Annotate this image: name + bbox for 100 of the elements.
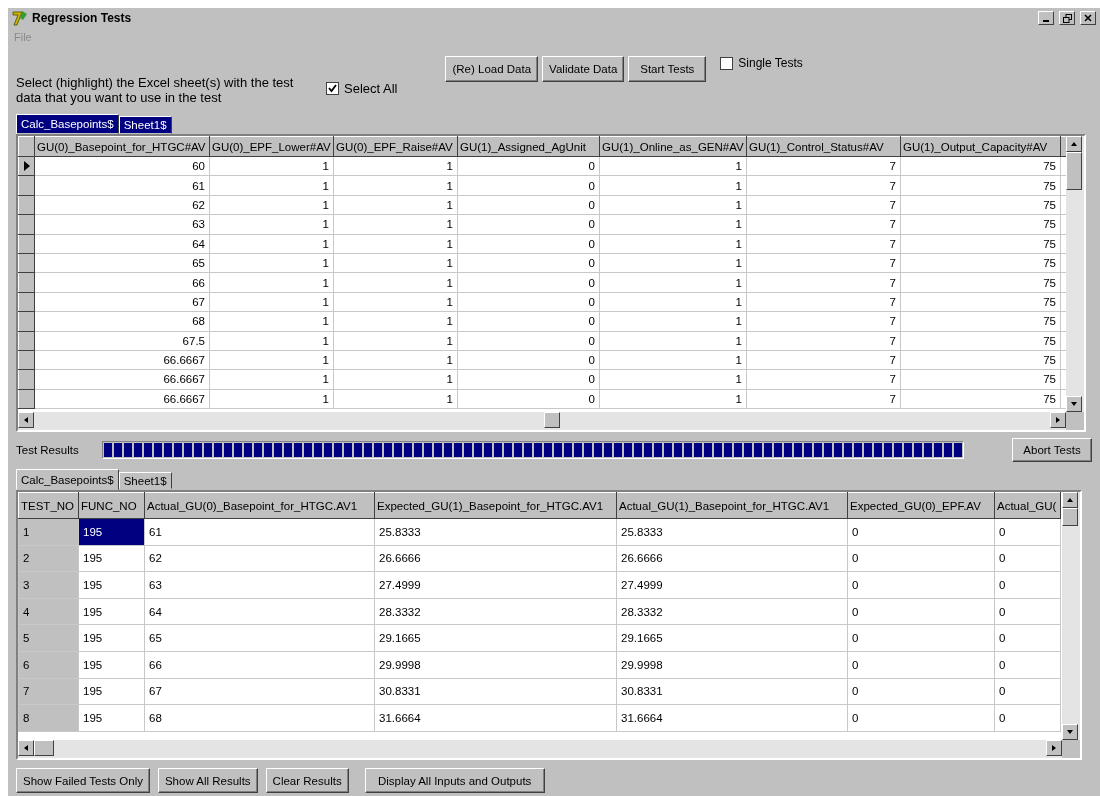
table-cell: 31.6664	[616, 704, 848, 732]
triangle-icon	[22, 744, 30, 752]
row-header[interactable]	[18, 292, 35, 312]
action-button[interactable]: Show Failed Tests Only	[16, 768, 150, 793]
table-cell: 0	[847, 545, 995, 572]
table-cell: 195	[78, 624, 145, 652]
scroll-thumb[interactable]	[34, 740, 54, 756]
table-cell: 29.9998	[616, 651, 848, 679]
table-cell: 195	[78, 598, 145, 625]
table-cell: 195	[78, 704, 145, 732]
action-button[interactable]: Clear Results	[265, 768, 349, 793]
row-header[interactable]	[18, 311, 35, 331]
column-header[interactable]: TEST_NO	[18, 492, 79, 519]
row-header[interactable]	[18, 195, 35, 215]
sheet-tab[interactable]: Calc_Basepoints$	[16, 469, 119, 490]
table-cell: 29.1665	[616, 624, 848, 652]
minimize-button[interactable]	[1038, 11, 1054, 25]
row-header[interactable]	[18, 175, 35, 196]
table-cell: 26.6666	[616, 545, 848, 572]
current-row-icon	[22, 161, 31, 172]
table-cell: 28.3332	[374, 598, 617, 625]
scroll-thumb[interactable]	[1066, 152, 1082, 190]
column-header[interactable]: Actual_GU(1)_Basepoint_for_HTGC.AV1	[616, 492, 848, 519]
table-cell: 63	[144, 571, 375, 599]
vertical-scrollbar[interactable]	[1062, 492, 1080, 740]
row-header[interactable]	[18, 389, 35, 409]
row-header[interactable]	[18, 253, 35, 273]
abort-tests-button[interactable]: Abort Tests	[1012, 438, 1092, 462]
column-header[interactable]: Actual_GU(0)_Basepoint_for_HTGC.AV1	[144, 492, 375, 519]
vertical-scrollbar[interactable]	[1066, 136, 1084, 412]
column-header[interactable]: Actual_GU(	[994, 492, 1061, 519]
table-cell: 7	[18, 678, 79, 705]
toolbar-button[interactable]: Start Tests	[628, 56, 707, 82]
table-cell: 0	[994, 704, 1061, 732]
scroll-arrow-button[interactable]	[1062, 492, 1078, 508]
table-cell: 64	[144, 598, 375, 625]
row-header[interactable]	[18, 156, 35, 176]
scroll-arrow-button[interactable]	[1050, 412, 1066, 428]
scroll-arrow-button[interactable]	[1046, 740, 1062, 756]
table-cell: 0	[994, 651, 1061, 679]
progress-label: Test Results	[16, 444, 80, 456]
table-cell: 0	[847, 518, 995, 546]
sheet-tab[interactable]: Sheet1$	[118, 472, 172, 489]
horizontal-scrollbar[interactable]	[18, 412, 1066, 430]
table-cell: 62	[144, 545, 375, 572]
table-cell: 0	[994, 571, 1061, 599]
scroll-thumb[interactable]	[544, 412, 560, 428]
scroll-arrow-button[interactable]	[18, 412, 34, 428]
column-header[interactable]: Expected_GU(0)_EPF.AV	[847, 492, 995, 519]
toolbar-button[interactable]: Validate Data	[542, 56, 625, 82]
column-header[interactable]: GU(1)_Online_as_GEN#AV	[599, 136, 747, 157]
toolbar-button[interactable]: (Re) Load Data	[445, 56, 539, 82]
app-icon	[12, 10, 28, 26]
table-cell: 0	[847, 598, 995, 625]
table-cell: 27.4999	[616, 571, 848, 599]
restore-button[interactable]	[1059, 11, 1075, 25]
table-cell: 0	[994, 598, 1061, 625]
column-header[interactable]: Expected_GU(1)_Basepoint_for_HTGC.AV1	[374, 492, 617, 519]
column-header[interactable]: GU(1)_Output_Capacity#AV	[900, 136, 1061, 157]
action-button[interactable]: Show All Results	[157, 768, 258, 793]
close-button[interactable]	[1080, 11, 1096, 25]
row-header[interactable]	[18, 369, 35, 390]
column-header[interactable]: GU(0)_Basepoint_for_HTGC#AV	[34, 136, 210, 157]
column-header[interactable]: GU(0)_EPF_Raise#AV	[333, 136, 458, 157]
table-cell: 31.6664	[374, 704, 617, 732]
table-cell: 6	[18, 651, 79, 679]
table-cell: 195	[78, 518, 145, 546]
table-cell: 4	[18, 598, 79, 625]
table-cell: 0	[847, 678, 995, 705]
action-button[interactable]: Display All Inputs and Outputs	[364, 768, 545, 793]
row-header[interactable]	[18, 234, 35, 254]
row-header[interactable]	[18, 272, 35, 293]
table-cell: 195	[78, 545, 145, 572]
table-cell: 0	[847, 571, 995, 599]
column-header[interactable]: FUNC_NO	[78, 492, 145, 519]
horizontal-scrollbar[interactable]	[18, 740, 1062, 758]
scrollbar-corner	[1066, 412, 1084, 430]
row-header[interactable]	[18, 214, 35, 235]
scrollbar-corner	[1062, 740, 1080, 758]
scroll-arrow-button[interactable]	[1062, 724, 1078, 740]
table-cell: 29.9998	[374, 651, 617, 679]
checkbox[interactable]	[326, 82, 339, 95]
table-cell: 0	[994, 678, 1061, 705]
table-cell: 195	[78, 678, 145, 705]
scroll-thumb[interactable]	[1062, 508, 1078, 526]
scroll-arrow-button[interactable]	[18, 740, 34, 756]
table-cell: 26.6666	[374, 545, 617, 572]
sheet-tab[interactable]: Calc_Basepoints$	[16, 114, 119, 134]
scroll-arrow-button[interactable]	[1066, 396, 1082, 412]
scroll-arrow-button[interactable]	[1066, 136, 1082, 152]
column-header[interactable]: GU(1)_Control_Status#AV	[746, 136, 901, 157]
row-header[interactable]	[18, 331, 35, 351]
sheet-tab[interactable]: Sheet1$	[118, 116, 172, 134]
checkbox[interactable]	[720, 56, 734, 70]
row-header[interactable]	[18, 350, 35, 370]
column-header[interactable]	[1060, 136, 1066, 157]
table-cell: 61	[144, 518, 375, 546]
column-header[interactable]: GU(1)_Assigned_AgUnit	[457, 136, 600, 157]
table-cell: 3	[18, 571, 79, 599]
column-header[interactable]: GU(0)_EPF_Lower#AV	[209, 136, 334, 157]
